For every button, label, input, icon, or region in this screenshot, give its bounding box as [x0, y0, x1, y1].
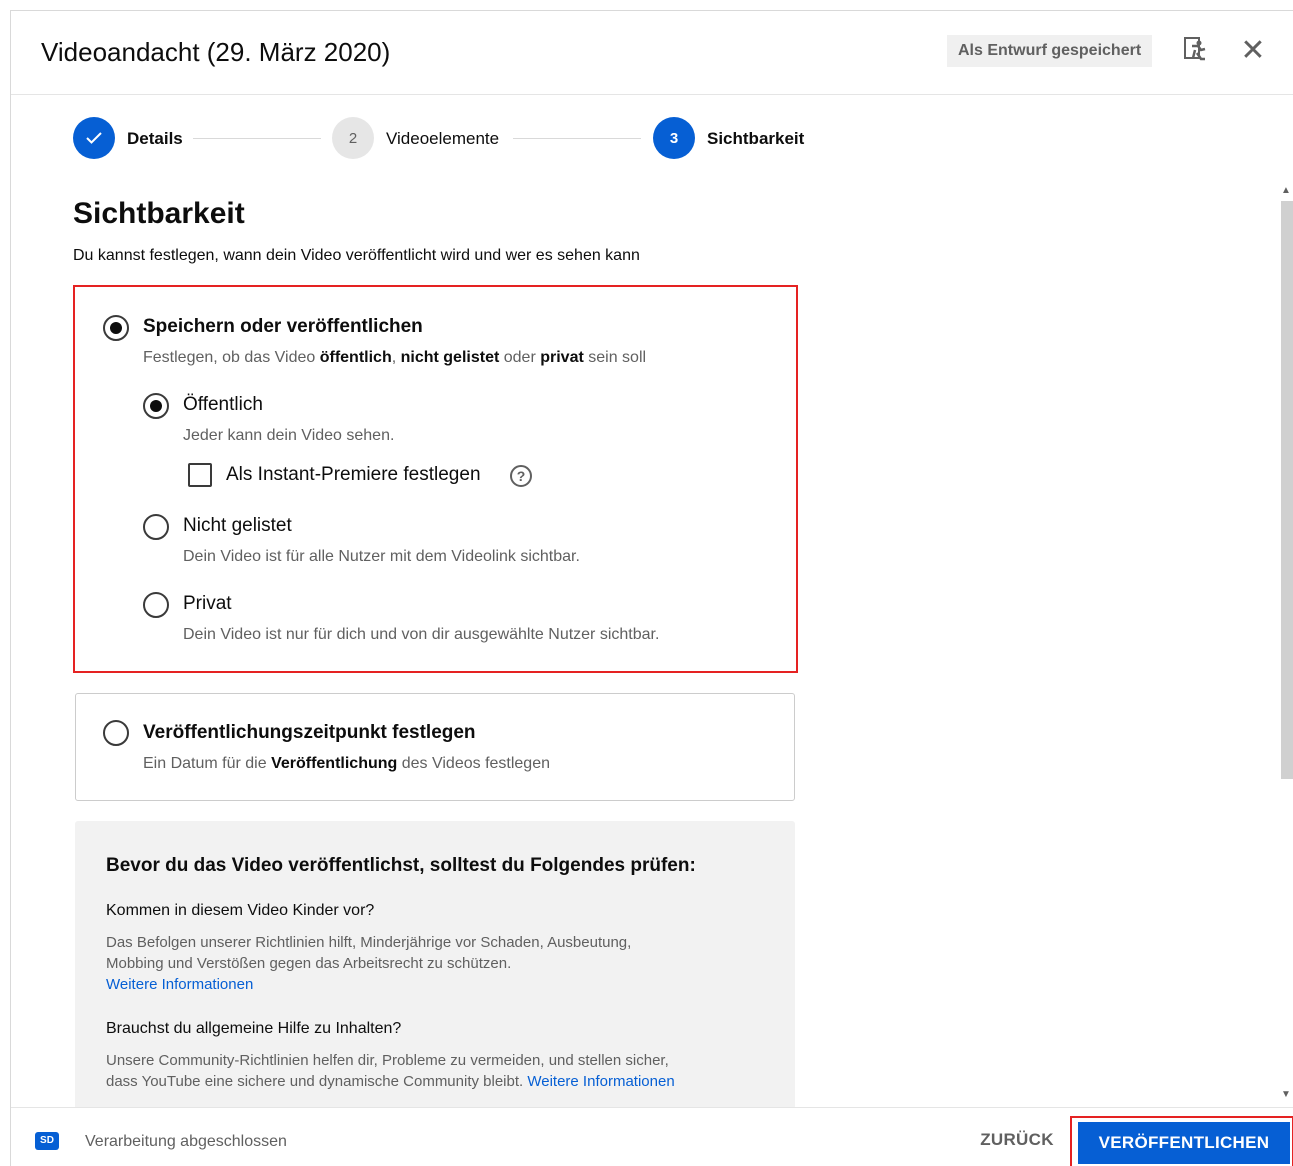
processing-status: Verarbeitung abgeschlossen — [85, 1133, 287, 1150]
unlisted-radio[interactable] — [143, 514, 169, 540]
save-or-publish-panel: Speichern oder veröffentlichen Festlegen… — [73, 285, 798, 673]
draft-status-badge: Als Entwurf gespeichert — [947, 35, 1153, 67]
upload-dialog: Videoandacht (29. März 2020) Als Entwurf… — [10, 10, 1293, 1166]
schedule-desc: Ein Datum für die Veröffentlichung des V… — [143, 755, 550, 772]
instant-premiere-checkbox[interactable] — [188, 463, 212, 487]
visibility-heading: Sichtbarkeit — [73, 197, 245, 230]
public-radio[interactable] — [143, 393, 169, 419]
scroll-up-arrow-icon[interactable]: ▲ — [1281, 185, 1291, 196]
step-sichtbarkeit-number[interactable]: 3 — [653, 117, 695, 159]
learn-more-link[interactable]: Weitere Informationen — [527, 1073, 674, 1090]
step-details-check-icon[interactable] — [73, 117, 115, 159]
private-desc: Dein Video ist nur für dich und von dir … — [183, 626, 660, 643]
step-connector — [193, 138, 321, 139]
pre-publish-checklist: Bevor du das Video veröffentlichst, soll… — [75, 821, 795, 1117]
step-details-label[interactable]: Details — [127, 129, 183, 149]
checklist-answer-children: Das Befolgen unserer Richtlinien hilft, … — [106, 934, 632, 993]
step-videoelemente-label[interactable]: Videoelemente — [386, 129, 499, 149]
private-label[interactable]: Privat — [183, 593, 232, 615]
public-desc: Jeder kann dein Video sehen. — [183, 427, 395, 444]
unlisted-desc: Dein Video ist für alle Nutzer mit dem V… — [183, 548, 580, 565]
dialog-header: Videoandacht (29. März 2020) Als Entwurf… — [11, 11, 1293, 95]
public-label[interactable]: Öffentlich — [183, 394, 263, 416]
checklist-question-help: Brauchst du allgemeine Hilfe zu Inhalten… — [106, 1020, 402, 1037]
schedule-radio[interactable] — [103, 720, 129, 746]
help-icon[interactable]: ? — [510, 465, 532, 487]
checklist-answer-help: Unsere Community-Richtlinien helfen dir,… — [106, 1052, 675, 1090]
schedule-label[interactable]: Veröffentlichungszeitpunkt festlegen — [143, 722, 476, 744]
back-button[interactable]: ZURÜCK — [971, 1122, 1063, 1158]
upload-stepper: Details 2 Videoelemente 3 Sichtbarkeit — [11, 95, 1293, 185]
scrollbar-thumb[interactable] — [1281, 201, 1293, 779]
publish-button[interactable]: VERÖFFENTLICHEN — [1078, 1122, 1290, 1164]
close-icon[interactable]: ✕ — [1237, 33, 1269, 69]
instant-premiere-label[interactable]: Als Instant-Premiere festlegen — [226, 464, 481, 486]
unlisted-label[interactable]: Nicht gelistet — [183, 515, 292, 537]
private-radio[interactable] — [143, 592, 169, 618]
visibility-subtitle: Du kannst festlegen, wann dein Video ver… — [73, 247, 640, 264]
step-videoelemente-number[interactable]: 2 — [332, 117, 374, 159]
checklist-question-children: Kommen in diesem Video Kinder vor? — [106, 902, 375, 919]
step-connector — [513, 138, 641, 139]
schedule-panel: Veröffentlichungszeitpunkt festlegen Ein… — [75, 693, 795, 801]
sd-quality-icon: SD — [35, 1132, 59, 1150]
checklist-title: Bevor du das Video veröffentlichst, soll… — [106, 855, 696, 876]
save-or-publish-desc: Festlegen, ob das Video öffentlich, nich… — [143, 349, 647, 366]
learn-more-link[interactable]: Weitere Informationen — [106, 976, 253, 993]
save-or-publish-label[interactable]: Speichern oder veröffentlichen — [143, 316, 423, 338]
dialog-footer: SD Verarbeitung abgeschlossen ZURÜCK VER… — [11, 1107, 1293, 1166]
scroll-down-arrow-icon[interactable]: ▼ — [1281, 1089, 1291, 1100]
step-sichtbarkeit-label[interactable]: Sichtbarkeit — [707, 129, 804, 149]
dialog-title: Videoandacht (29. März 2020) — [41, 37, 391, 67]
feedback-icon[interactable] — [1180, 33, 1212, 69]
save-or-publish-radio[interactable] — [103, 315, 129, 341]
